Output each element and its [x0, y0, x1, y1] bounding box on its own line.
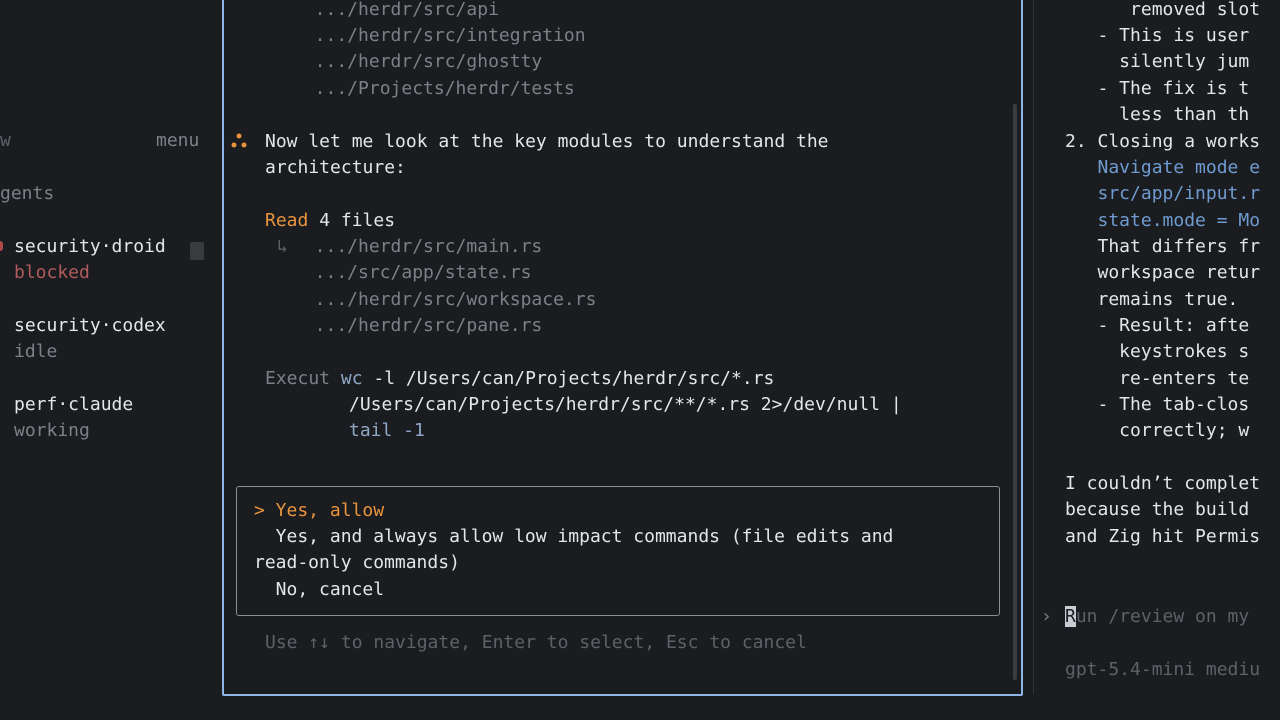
read-label: Read [265, 210, 309, 231]
exec-args-cont: /Users/can/Projects/herdr/src/**/*.rs 2>… [349, 394, 902, 415]
read-file: .../herdr/src/main.rs [293, 236, 543, 257]
path-line: .../herdr/src/integration [293, 25, 586, 46]
assistant-message-line: Now let me look at the key modules to un… [265, 131, 829, 152]
agent-sidebar: w menu gents security·droid blocked secu… [0, 0, 222, 720]
response-line: re-enters te [1065, 368, 1250, 389]
response-line: I couldn’t complet [1065, 473, 1261, 494]
read-file: .../herdr/src/pane.rs [293, 315, 543, 336]
exec-args-cont: tail -1 [349, 420, 425, 441]
model-indicator[interactable]: gpt-5.4-mini mediu [1065, 657, 1260, 683]
agent-name: perf·claude [14, 394, 134, 415]
response-line: 2. Closing a works [1065, 131, 1261, 152]
execute-label: Execut [265, 368, 331, 389]
response-line: because the build [1065, 499, 1250, 520]
menu-button[interactable]: menu [156, 128, 199, 154]
prompt-placeholder: un /review on my [1075, 606, 1250, 627]
agent-status: idle [14, 341, 58, 362]
response-line: src/app/input.r [1065, 183, 1261, 204]
response-line: - The fix is t [1065, 78, 1250, 99]
option-label: Yes, and always allow low impact command… [254, 526, 894, 547]
sidebar-header-label: w [0, 130, 11, 151]
response-line: - This is user [1065, 25, 1250, 46]
path-line: .../Projects/herdr/tests [293, 78, 575, 99]
status-dot-icon [0, 241, 3, 251]
response-line: correctly; w [1065, 420, 1250, 441]
navigation-hint: Use ↑↓ to navigate, Enter to select, Esc… [265, 632, 807, 653]
response-line: workspace retur [1065, 262, 1261, 283]
read-file: .../src/app/state.rs [293, 262, 532, 283]
response-line: state.mode = Mo [1065, 210, 1261, 231]
prompt-text-line: Run /review on my [1065, 604, 1249, 630]
path-line: .../herdr/src/api [293, 0, 499, 20]
permission-dialog: > Yes, allow Yes, and always allow low i… [236, 486, 1000, 616]
read-count: 4 files [319, 210, 396, 231]
prompt-chevron-icon: › [1041, 606, 1052, 627]
response-line: - The tab-clos [1065, 394, 1250, 415]
agent-conversation-pane[interactable]: .../herdr/src/api .../herdr/src/integrat… [222, 0, 1023, 696]
response-line: and Zig hit Permis [1065, 526, 1261, 547]
response-line: removed slot [1065, 0, 1261, 20]
read-file: .../herdr/src/workspace.rs [293, 289, 597, 310]
agent-status: working [14, 420, 90, 441]
mouse-cursor-icon [190, 242, 204, 260]
path-line: .../herdr/src/ghostty [293, 51, 543, 72]
option-label: read-only commands) [254, 552, 460, 573]
response-line: remains true. [1065, 289, 1239, 310]
agent-name: security·droid [14, 236, 166, 257]
response-line: keystrokes s [1065, 341, 1250, 362]
agent-status: blocked [14, 262, 90, 283]
scrollbar[interactable] [1013, 104, 1017, 680]
agents-section-label: gents [0, 183, 55, 204]
side-conversation-pane[interactable]: removed slot - This is user silently jum… [1033, 0, 1280, 694]
exec-command: wc [340, 368, 363, 389]
read-tool-call: Read 4 files [265, 208, 395, 234]
option-yes-allow[interactable]: > Yes, allow [254, 498, 384, 524]
response-line: That differs fr [1065, 236, 1261, 257]
response-line: less than th [1065, 104, 1250, 125]
spinner-icon [231, 133, 247, 148]
option-no-cancel[interactable]: No, cancel [254, 577, 384, 603]
response-line: silently jum [1065, 51, 1250, 72]
response-line: - Result: afte [1065, 315, 1250, 336]
assistant-message-line: architecture: [265, 157, 406, 178]
agent-name: security·codex [14, 315, 166, 336]
tree-branch-icon: ↳ [277, 236, 288, 257]
response-line: Navigate mode e [1065, 157, 1261, 178]
exec-args: -l /Users/can/Projects/herdr/src/*.rs [362, 368, 775, 389]
text-cursor: R [1065, 606, 1076, 627]
execute-tool-call: Execut wc -l /Users/can/Projects/herdr/s… [265, 366, 774, 392]
